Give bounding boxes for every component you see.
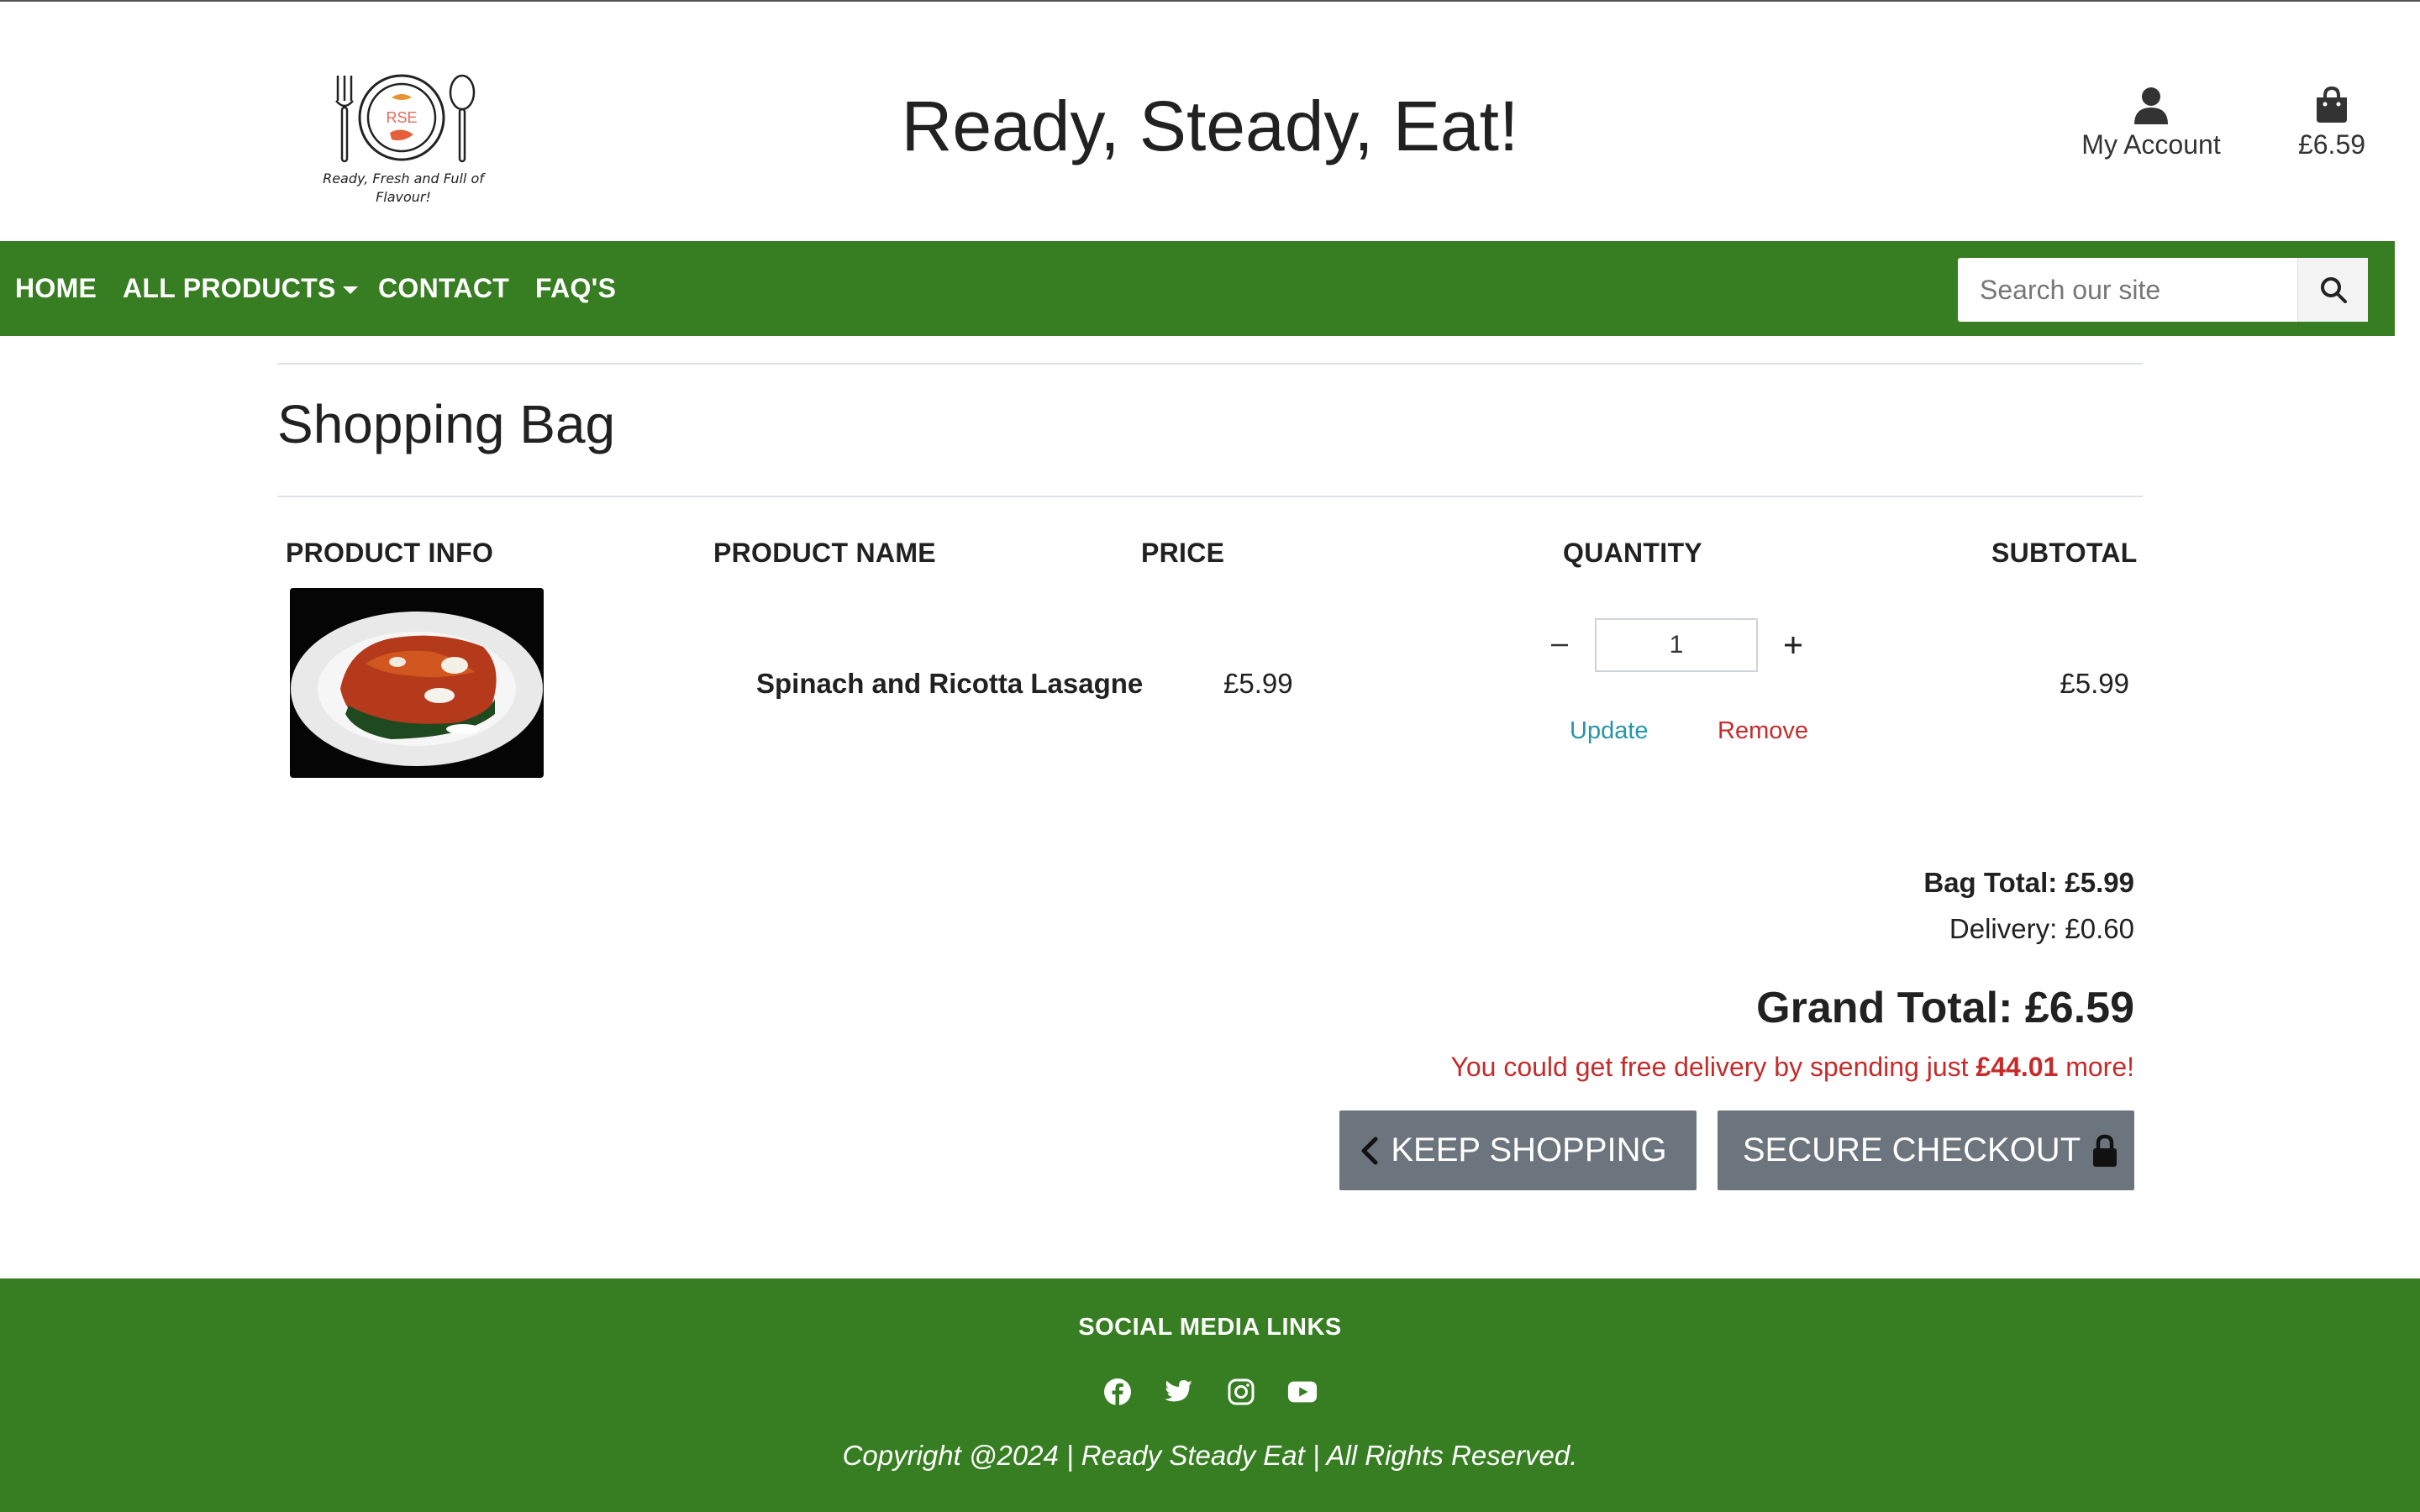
increment-quantity-button[interactable] (1776, 628, 1810, 662)
quantity-input[interactable] (1595, 618, 1758, 672)
delivery-cost: Delivery: £0.60 (1949, 913, 2134, 944)
youtube-icon[interactable] (1287, 1377, 1318, 1407)
chevron-left-icon (1361, 1137, 1378, 1164)
nav-faqs[interactable]: FAQ'S (535, 273, 616, 304)
decrement-quantity-button[interactable] (1543, 628, 1576, 662)
col-header-product-info: PRODUCT INFO (286, 538, 494, 568)
product-image[interactable] (290, 588, 544, 778)
col-header-subtotal: SUBTOTAL (1991, 538, 2138, 568)
site-header: RSE Ready, Fresh and Full of Flavour! Re… (0, 2, 2420, 241)
secure-checkout-label: SECURE CHECKOUT (1742, 1131, 2081, 1168)
facebook-icon[interactable] (1102, 1377, 1133, 1407)
twitter-icon[interactable] (1164, 1377, 1194, 1407)
keep-shopping-label: KEEP SHOPPING (1391, 1131, 1667, 1168)
remove-link[interactable]: Remove (1718, 717, 1808, 745)
col-header-quantity: QUANTITY (1563, 538, 1702, 568)
grand-total: Grand Total: £6.59 (1756, 984, 2134, 1032)
page-title: Shopping Bag (277, 394, 616, 454)
search-icon (2320, 277, 2347, 303)
nav-all-products[interactable]: ALL PRODUCTS (123, 273, 358, 304)
site-logo[interactable]: RSE Ready, Fresh and Full of Flavour! (319, 69, 487, 216)
site-footer: SOCIAL MEDIA LINKS Copyright @2024 | Rea… (0, 1278, 2420, 1512)
my-account-link[interactable]: My Account (2067, 86, 2235, 160)
bag-total-label: £6.59 (2297, 129, 2366, 160)
keep-shopping-button[interactable]: KEEP SHOPPING (1339, 1110, 1697, 1190)
plate-fork-spoon-icon: RSE (335, 74, 476, 163)
shopping-bag-link[interactable]: £6.59 (2286, 86, 2378, 160)
footer-title: SOCIAL MEDIA LINKS (1078, 1314, 1342, 1341)
lock-icon (2093, 1134, 2118, 1167)
logo-tagline: Ready, Fresh and Full of Flavour! (323, 171, 484, 205)
product-subtotal: £5.99 (2060, 668, 2129, 699)
divider-title (277, 496, 2143, 497)
update-link[interactable]: Update (1570, 717, 1649, 745)
free-delivery-message: You could get free delivery by spending … (1450, 1052, 2134, 1083)
nav-home[interactable]: HOME (15, 273, 97, 304)
col-header-product-name: PRODUCT NAME (713, 538, 936, 568)
free-delivery-suffix: more! (2058, 1052, 2134, 1082)
plus-icon (1785, 637, 1802, 654)
bag-total: Bag Total: £5.99 (1923, 867, 2134, 898)
nav-contact[interactable]: CONTACT (378, 273, 509, 304)
main-navbar: HOME ALL PRODUCTS CONTACT FAQ'S (0, 241, 2395, 336)
site-title: Ready, Steady, Eat! (901, 87, 1519, 165)
user-icon (2134, 87, 2168, 124)
divider-top (277, 363, 2143, 365)
product-price: £5.99 (1223, 668, 1293, 699)
search-button[interactable] (2297, 258, 2368, 322)
search-form (1958, 258, 2368, 322)
lasagne-image (290, 588, 544, 778)
social-links (1102, 1371, 1318, 1413)
nav-all-products-label: ALL PRODUCTS (123, 273, 336, 303)
dropdown-caret-icon (342, 286, 358, 295)
copyright-text: Copyright @2024 | Ready Steady Eat | All… (842, 1440, 1578, 1471)
product-name: Spinach and Ricotta Lasagne (756, 668, 1144, 699)
logo-monogram: RSE (386, 109, 417, 126)
free-delivery-amount: £44.01 (1975, 1052, 2059, 1082)
free-delivery-prefix: You could get free delivery by spending … (1450, 1052, 1976, 1082)
search-input[interactable] (1958, 258, 2297, 322)
shopping-bag-icon (2317, 86, 2347, 123)
secure-checkout-button[interactable]: SECURE CHECKOUT (1718, 1110, 2134, 1190)
col-header-price: PRICE (1141, 538, 1225, 568)
instagram-icon[interactable] (1226, 1377, 1256, 1407)
my-account-label: My Account (2081, 129, 2221, 160)
minus-icon (1551, 643, 1568, 647)
